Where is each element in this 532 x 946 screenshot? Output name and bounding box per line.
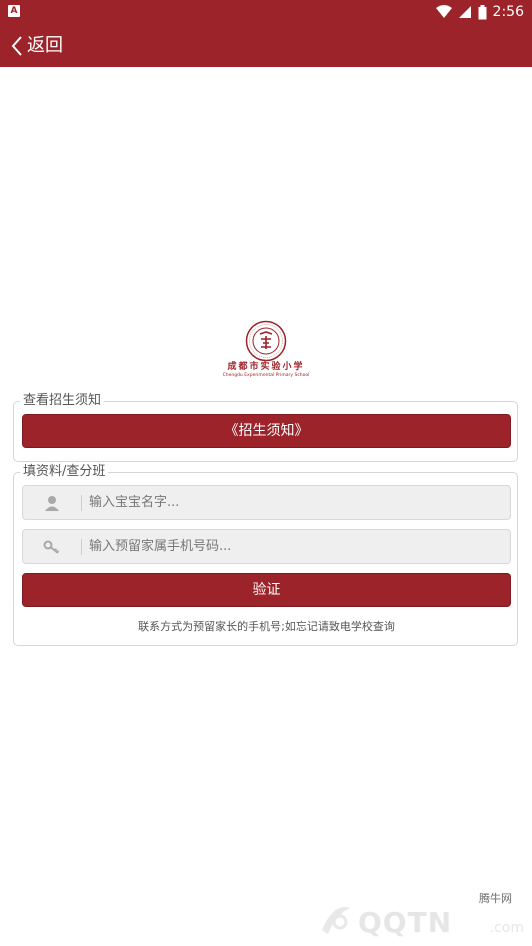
notice-section: 查看招生须知 《招生须知》 — [13, 393, 518, 462]
input-divider — [81, 539, 82, 555]
notification-icon: A — [8, 5, 20, 17]
school-seal-icon — [245, 320, 287, 362]
clock: 2:56 — [492, 4, 524, 20]
back-button[interactable]: 返回 — [10, 32, 63, 60]
school-name-cn: 成都市实验小学 — [227, 362, 305, 372]
school-logo: 成都市实验小学 Chengdu Experimental Primary Sch… — [216, 320, 316, 386]
key-icon — [43, 540, 60, 554]
school-name-en: Chengdu Experimental Primary School — [222, 373, 310, 378]
notice-section-title: 查看招生须知 — [20, 393, 105, 409]
back-label: 返回 — [27, 35, 63, 56]
signal-icon — [458, 6, 471, 18]
phone-placeholder: 输入预留家属手机号码... — [89, 539, 232, 554]
status-icons: 2:56 — [435, 3, 524, 21]
verify-button[interactable]: 验证 — [22, 573, 511, 607]
watermark-site-name: 腾牛网 — [479, 892, 512, 905]
user-icon — [45, 496, 59, 511]
nav-bar: 返回 — [0, 24, 532, 67]
input-divider — [81, 495, 82, 511]
fill-info-section-title: 填资料/查分班 — [20, 464, 109, 480]
fill-info-section: 填资料/查分班 输入宝宝名字... 输入预留家属手机号码... 验证 联系方式为… — [13, 464, 518, 646]
battery-icon — [478, 4, 487, 19]
child-name-input[interactable]: 输入宝宝名字... — [22, 485, 511, 520]
chevron-left-icon — [11, 36, 22, 56]
watermark-domain: .com — [489, 920, 524, 936]
wifi-icon — [435, 5, 452, 18]
phone-input[interactable]: 输入预留家属手机号码... — [22, 529, 511, 564]
watermark-brand: QQTN — [358, 906, 453, 939]
child-name-placeholder: 输入宝宝名字... — [89, 495, 180, 510]
contact-hint: 联系方式为预留家长的手机号;如忘记请致电学校查询 — [138, 620, 395, 633]
watermark-logo-icon — [322, 906, 350, 934]
status-bar: A 2:56 — [0, 0, 532, 24]
admission-notice-button[interactable]: 《招生须知》 — [22, 414, 511, 448]
watermark: 腾牛网 QQTN .com — [314, 892, 524, 939]
